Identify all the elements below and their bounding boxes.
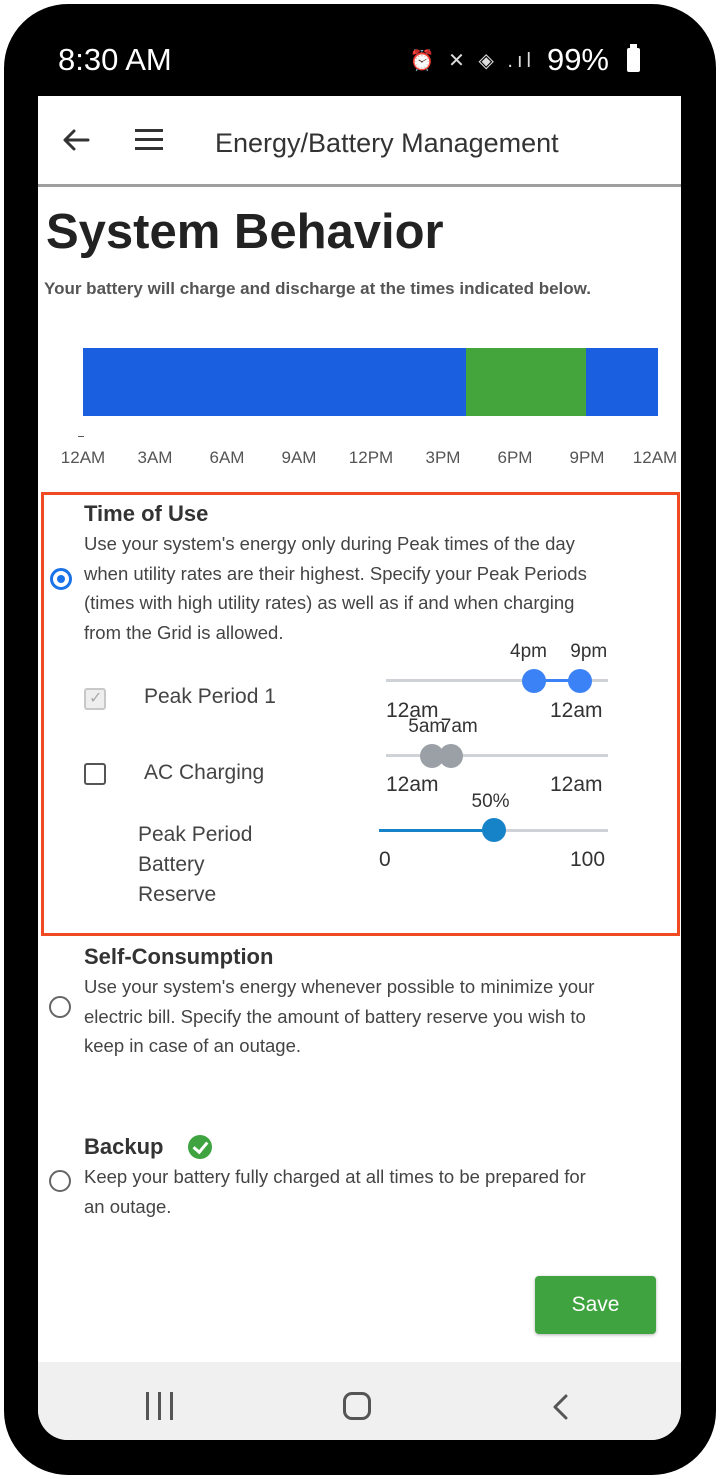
ac-charging-checkbox[interactable]	[84, 763, 106, 785]
ac-charging-start-value: 5am	[408, 716, 446, 737]
timeline-segment	[466, 348, 587, 416]
recent-apps-icon[interactable]	[144, 1392, 176, 1420]
status-bar: 8:30 AM ⏰ ✕ ◈ .ıl 99%	[0, 0, 720, 96]
self-consumption-description: Use your system's energy whenever possib…	[84, 976, 595, 1056]
timeline-tick-label: 12AM	[60, 448, 106, 467]
battery-percent: 99%	[546, 42, 609, 77]
time-of-use-description: Use your system's energy only during Pea…	[84, 533, 587, 643]
battery-icon	[627, 44, 640, 72]
app-screen: Energy/Battery Management System Behavio…	[38, 96, 681, 1440]
app-title: Energy/Battery Management	[215, 128, 559, 158]
status-right: ⏰ ✕ ◈ .ıl 99%	[410, 42, 640, 78]
timeline-tick-label: 12AM	[632, 448, 678, 467]
timeline-dash	[78, 436, 84, 437]
timeline-ticks: 12AM 3AM 6AM 9AM 12PM 3PM 6PM 9PM 12AM	[38, 448, 681, 472]
peak-period-start-value: 4pm	[510, 641, 547, 662]
timeline-tick-label: 9AM	[281, 448, 317, 467]
backup-description: Keep your battery fully charged at all t…	[84, 1166, 586, 1217]
self-consumption-radio[interactable]	[49, 996, 71, 1018]
time-of-use-radio[interactable]	[50, 568, 72, 590]
save-button[interactable]: Save	[535, 1276, 656, 1334]
schedule-timeline-bar	[83, 348, 658, 416]
battery-reserve-value: 50%	[471, 791, 510, 812]
ac-charging-end-value: 7am	[440, 716, 478, 737]
backup-title: Backup	[84, 1134, 164, 1159]
battery-reserve-min-label: 0	[379, 848, 391, 871]
app-bar: Energy/Battery Management	[38, 96, 681, 187]
ac-charging-label: AC Charging	[144, 761, 265, 784]
battery-reserve-handle[interactable]	[481, 818, 506, 842]
system-nav-bar	[38, 1362, 681, 1440]
self-consumption-title: Self-Consumption	[84, 944, 274, 969]
ac-charging-min-label: 12am	[386, 773, 439, 796]
ac-charging-max-label: 12am	[550, 773, 603, 796]
battery-reserve-max-label: 100	[570, 848, 606, 871]
back-arrow-icon[interactable]	[60, 124, 92, 156]
peak-period-checkbox[interactable]	[84, 688, 106, 710]
time-of-use-title: Time of Use	[84, 501, 209, 526]
ac-charging-end-handle[interactable]	[438, 744, 463, 768]
menu-icon[interactable]	[134, 126, 164, 154]
status-icons: ⏰ ✕ ◈ .ıl	[409, 49, 535, 72]
peak-period-start-handle[interactable]	[522, 669, 546, 693]
timeline-segment	[586, 348, 658, 416]
timeline-tick-label: 3PM	[425, 448, 461, 467]
check-circle-icon	[188, 1135, 212, 1159]
backup-radio[interactable]	[49, 1170, 71, 1192]
timeline-segment	[83, 348, 467, 416]
peak-period-end-value: 9pm	[570, 641, 608, 662]
nav-back-icon[interactable]	[546, 1392, 576, 1422]
page-title: System Behavior	[46, 205, 444, 259]
peak-period-label: Peak Period 1	[144, 685, 276, 708]
page-subtitle: Your battery will charge and discharge a…	[44, 279, 591, 298]
peak-period-max-label: 12am	[550, 699, 603, 722]
timeline-tick-label: 6PM	[497, 448, 533, 467]
status-time: 8:30 AM	[58, 42, 172, 77]
battery-reserve-label: Peak Period Battery Reserve	[138, 823, 253, 906]
timeline-tick-label: 3AM	[137, 448, 173, 467]
home-icon[interactable]	[343, 1392, 371, 1420]
timeline-tick-label: 12PM	[348, 448, 394, 467]
timeline-tick-label: 6AM	[209, 448, 245, 467]
timeline-tick-label: 9PM	[569, 448, 605, 467]
battery-reserve-slider-fill	[379, 829, 494, 832]
